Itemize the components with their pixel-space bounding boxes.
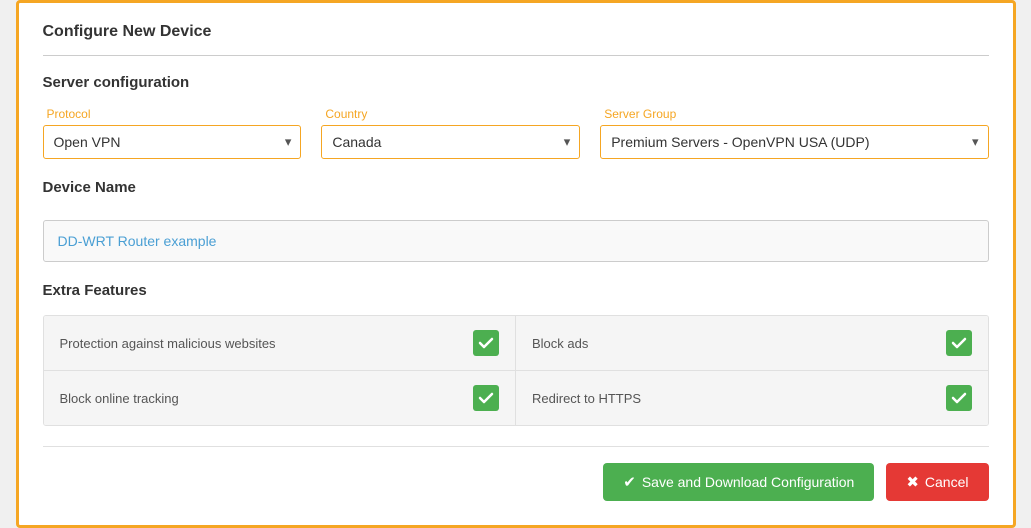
country-select-wrapper: Canada United States United Kingdom Germ… xyxy=(321,125,580,159)
feature-row-1: Protection against malicious websites Bl… xyxy=(44,316,988,371)
feature-checkbox-malicious[interactable] xyxy=(473,330,499,356)
feature-checkbox-tracking[interactable] xyxy=(473,385,499,411)
extra-features-title: Extra Features xyxy=(43,282,989,299)
cancel-button[interactable]: ✖ Cancel xyxy=(886,463,988,501)
save-button-label: Save and Download Configuration xyxy=(642,474,854,490)
save-icon: ✔ xyxy=(623,473,636,491)
feature-label-tracking: Block online tracking xyxy=(60,391,179,406)
page-title: Configure New Device xyxy=(43,23,989,41)
feature-cell-malicious: Protection against malicious websites xyxy=(44,316,517,370)
features-grid: Protection against malicious websites Bl… xyxy=(43,315,989,426)
server-group-select[interactable]: Premium Servers - OpenVPN USA (UDP) Stan… xyxy=(600,125,988,159)
country-label: Country xyxy=(321,107,580,121)
feature-row-2: Block online tracking Redirect to HTTPS xyxy=(44,371,988,425)
server-group-select-wrapper: Premium Servers - OpenVPN USA (UDP) Stan… xyxy=(600,125,988,159)
server-config-row: Protocol Open VPN IKEv2 WireGuard Countr… xyxy=(43,107,989,159)
extra-features-section: Extra Features Protection against malici… xyxy=(43,282,989,426)
device-name-section: Device Name xyxy=(43,179,989,262)
feature-checkbox-https[interactable] xyxy=(946,385,972,411)
feature-label-https: Redirect to HTTPS xyxy=(532,391,641,406)
title-divider xyxy=(43,55,989,56)
feature-cell-https: Redirect to HTTPS xyxy=(516,371,988,425)
feature-label-malicious: Protection against malicious websites xyxy=(60,336,276,351)
feature-checkbox-blockads[interactable] xyxy=(946,330,972,356)
feature-label-blockads: Block ads xyxy=(532,336,588,351)
protocol-select-wrapper: Open VPN IKEv2 WireGuard xyxy=(43,125,302,159)
cancel-icon: ✖ xyxy=(906,473,919,491)
country-select[interactable]: Canada United States United Kingdom Germ… xyxy=(321,125,580,159)
server-config-section-title: Server configuration xyxy=(43,74,989,91)
save-download-button[interactable]: ✔ Save and Download Configuration xyxy=(603,463,874,501)
feature-cell-tracking: Block online tracking xyxy=(44,371,517,425)
protocol-field: Protocol Open VPN IKEv2 WireGuard xyxy=(43,107,302,159)
footer-actions: ✔ Save and Download Configuration ✖ Canc… xyxy=(43,446,989,501)
feature-cell-blockads: Block ads xyxy=(516,316,988,370)
protocol-label: Protocol xyxy=(43,107,302,121)
cancel-button-label: Cancel xyxy=(925,474,969,490)
device-name-section-title: Device Name xyxy=(43,179,989,196)
server-group-field: Server Group Premium Servers - OpenVPN U… xyxy=(600,107,988,159)
device-name-input[interactable] xyxy=(43,220,989,262)
protocol-select[interactable]: Open VPN IKEv2 WireGuard xyxy=(43,125,302,159)
country-field: Country Canada United States United King… xyxy=(321,107,580,159)
server-group-label: Server Group xyxy=(600,107,988,121)
configure-device-panel: Configure New Device Server configuratio… xyxy=(16,0,1016,528)
